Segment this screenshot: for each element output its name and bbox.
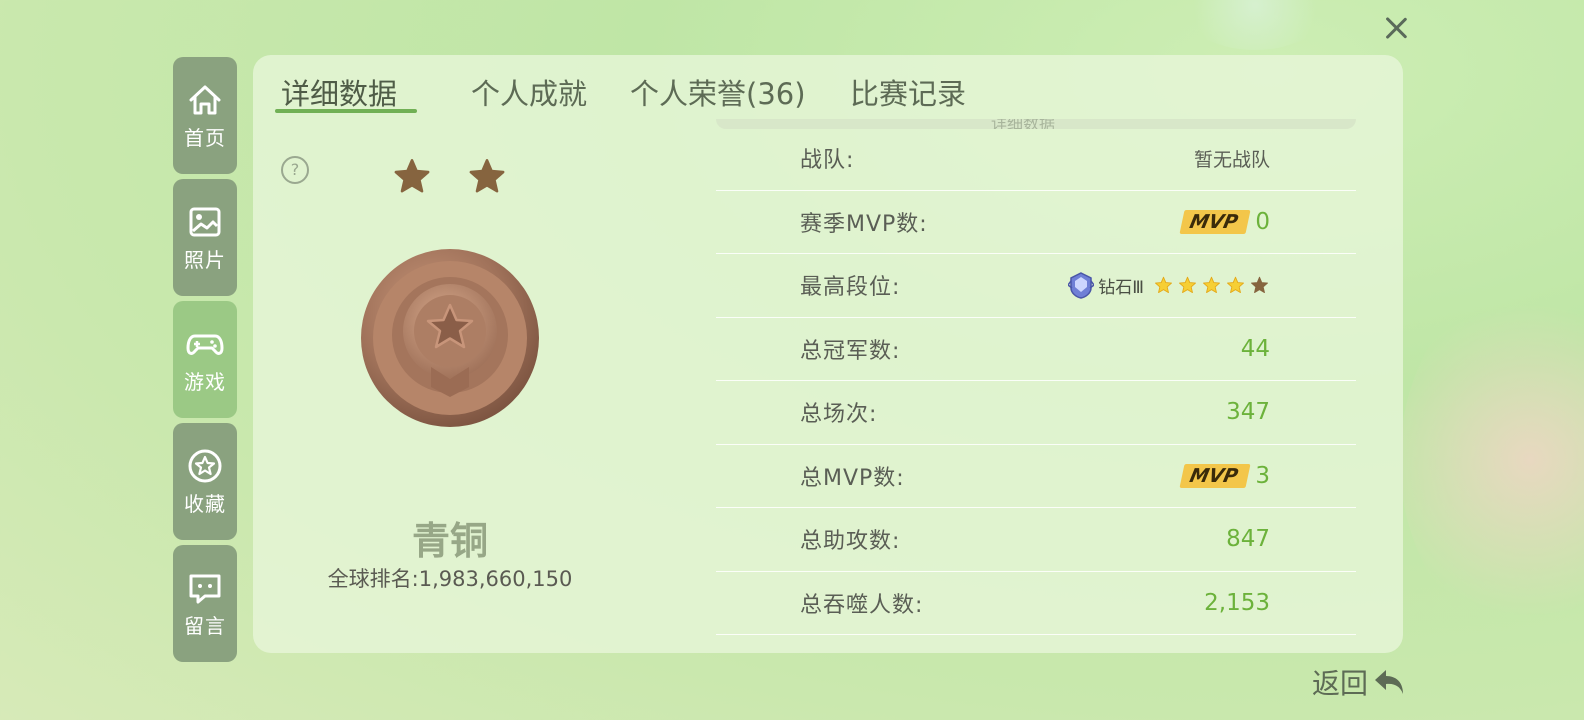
stat-value: 44 <box>1240 335 1270 362</box>
stat-row-total-assists: 总助攻数: 847 <box>716 508 1356 572</box>
sidebar-item-label: 收藏 <box>184 492 226 516</box>
rank-name: 青铜 <box>411 519 488 563</box>
message-icon <box>189 574 221 604</box>
tier-star-filled-icon <box>1227 276 1244 293</box>
star-badge-icon <box>188 449 222 483</box>
sidebar-item-photos[interactable]: 照片 <box>173 179 237 296</box>
tab-honors[interactable]: 个人荣誉(36) <box>630 71 806 113</box>
stat-value: 847 <box>1226 526 1270 553</box>
back-button[interactable]: 返回 <box>1312 662 1408 702</box>
stat-row-highest-tier: 最高段位: 钻石Ⅲ <box>716 254 1356 318</box>
back-label: 返回 <box>1312 667 1369 700</box>
stat-row-total-devoured: 总吞噬人数: 2,153 <box>716 572 1356 635</box>
stat-label: 战队: <box>800 148 855 174</box>
stat-row-total-wins: 总冠军数: 44 <box>716 318 1356 381</box>
stat-label: 总冠军数: <box>800 338 901 364</box>
tier-name: 钻石Ⅲ <box>1098 277 1144 298</box>
global-rank-value: 1,983,660,150 <box>418 567 573 591</box>
sidebar-item-games[interactable]: 游戏 <box>173 301 237 418</box>
background-blob <box>1400 280 1584 640</box>
stat-value: 2,153 <box>1204 589 1270 616</box>
bronze-medal-icon <box>361 249 539 427</box>
rank-star-icon <box>394 159 430 193</box>
sidebar-item-label: 游戏 <box>184 370 226 394</box>
tier-star-filled-icon <box>1203 276 1220 293</box>
tab-details[interactable]: 详细数据 <box>281 71 397 113</box>
global-rank: 全球排名:1,983,660,150 <box>253 563 647 593</box>
stat-label: 总MVP数: <box>800 465 905 491</box>
stats-list: 详细数据 战队: 暂无战队 赛季MVP数: MVP 0 最高段位: 钻石Ⅲ 总冠… <box>716 119 1356 635</box>
rank-star-icon <box>469 159 505 193</box>
global-rank-label: 全球排名: <box>327 567 419 591</box>
tier-star-empty-icon <box>1251 276 1268 293</box>
stat-label: 总助攻数: <box>800 529 901 555</box>
sidebar-item-home[interactable]: 首页 <box>173 57 237 174</box>
sidebar-item-messages[interactable]: 留言 <box>173 545 237 662</box>
stat-label: 赛季MVP数: <box>800 211 928 237</box>
stat-value: 347 <box>1226 399 1270 426</box>
stat-row-team: 战队: 暂无战队 <box>716 127 1356 191</box>
stat-label: 总场次: <box>800 402 878 428</box>
background-blob <box>1180 0 1330 50</box>
sidebar-item-label: 首页 <box>184 126 226 150</box>
close-button[interactable] <box>1380 12 1412 44</box>
tab-match-records[interactable]: 比赛记录 <box>850 71 966 113</box>
back-arrow-icon <box>1375 670 1404 694</box>
sidebar-item-label: 照片 <box>184 248 226 272</box>
active-tab-indicator <box>275 109 417 113</box>
tier-display: 钻石Ⅲ <box>1068 271 1270 300</box>
stat-value: 0 <box>1255 208 1270 235</box>
stat-label: 总吞噬人数: <box>800 592 924 618</box>
photo-icon <box>189 207 221 237</box>
gamepad-icon <box>186 334 224 355</box>
mvp-badge: MVP <box>1179 209 1250 234</box>
tab-achievements[interactable]: 个人成就 <box>471 71 587 113</box>
tab-bar: 详细数据 个人成就 个人荣誉(36) 比赛记录 <box>253 55 1403 115</box>
sidebar-item-favorites[interactable]: 收藏 <box>173 423 237 540</box>
stat-value: 3 <box>1255 462 1270 489</box>
stat-value-group: MVP 0 <box>1179 208 1270 235</box>
sidebar-item-label: 留言 <box>184 614 226 638</box>
diamond-tier-icon <box>1068 272 1095 300</box>
stat-label: 最高段位: <box>800 275 901 301</box>
mvp-badge: MVP <box>1179 463 1250 488</box>
stat-row-total-matches: 总场次: 347 <box>716 381 1356 445</box>
stat-value-group: MVP 3 <box>1179 462 1270 489</box>
stat-row-season-mvp: 赛季MVP数: MVP 0 <box>716 191 1356 254</box>
stat-value: 暂无战队 <box>1193 148 1270 171</box>
sidebar: 首页 照片 游戏 收藏 留言 <box>173 57 237 667</box>
stats-panel: 详细数据 个人成就 个人荣誉(36) 比赛记录 ? 青铜 全球排名:1,983,… <box>253 55 1403 653</box>
help-icon[interactable]: ? <box>281 156 309 184</box>
tier-star-filled-icon <box>1179 276 1196 293</box>
tier-star-filled-icon <box>1155 276 1172 293</box>
home-icon <box>189 85 221 115</box>
stat-row-total-mvp: 总MVP数: MVP 3 <box>716 445 1356 508</box>
